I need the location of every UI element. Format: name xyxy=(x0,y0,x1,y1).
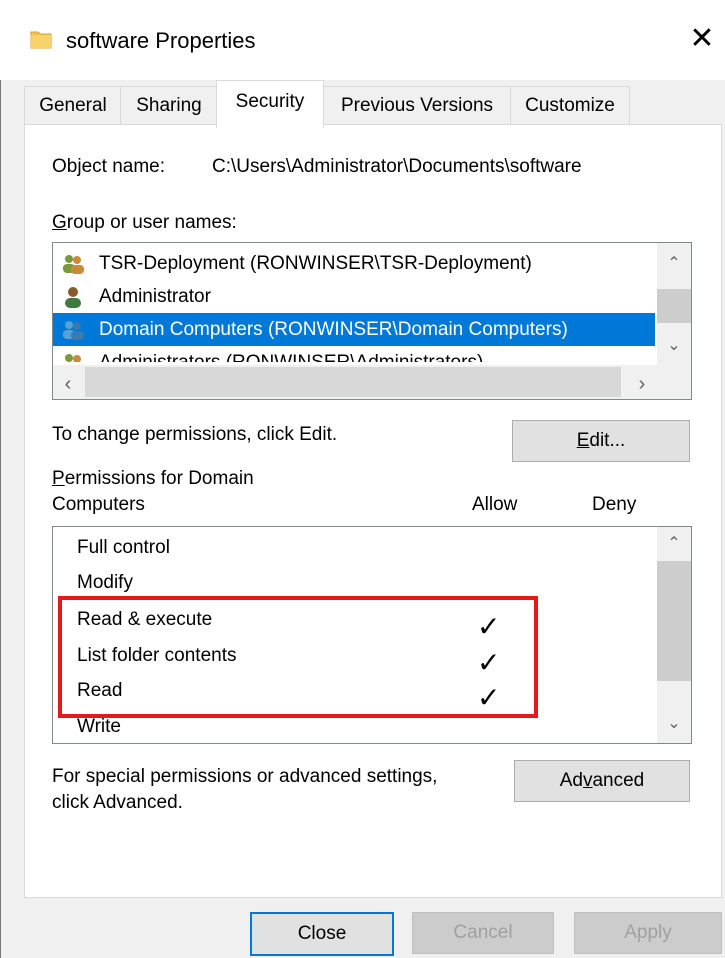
group-users-icon xyxy=(63,255,84,274)
advanced-button[interactable]: Advanced xyxy=(514,760,690,802)
user-icon xyxy=(65,287,81,308)
perm-label-rest: ermissions for Domain xyxy=(64,468,254,489)
list-item[interactable]: Administrators (RONWINSER\Administrators… xyxy=(53,346,655,362)
edit-accel: E xyxy=(576,430,590,451)
perm-label-accel: P xyxy=(52,468,65,489)
special-permissions-hint-line1: For special permissions or advanced sett… xyxy=(52,766,438,787)
edit-button[interactable]: Edit... xyxy=(512,420,690,462)
scroll-up-icon[interactable]: ⌃ xyxy=(657,533,691,553)
window-title: software Properties xyxy=(66,28,256,53)
list-item-label: Administrators (RONWINSER\Administrators… xyxy=(99,346,483,362)
permissions-label-line2: Computers xyxy=(52,494,145,515)
tab-previous-versions[interactable]: Previous Versions xyxy=(322,86,512,125)
tab-customize[interactable]: Customize xyxy=(510,86,630,125)
edit-suffix: dit... xyxy=(589,430,626,451)
advanced-suffix: anced xyxy=(592,770,645,791)
group-list-label: Group or user names: xyxy=(52,212,237,234)
close-window-button[interactable]: ✕ xyxy=(686,20,718,60)
list-item-label: Domain Computers (RONWINSER\Domain Compu… xyxy=(99,319,568,340)
allow-column-header: Allow xyxy=(472,494,518,515)
permissions-label-line1: Permissions for Domain xyxy=(52,468,254,490)
scroll-left-icon[interactable]: ‹ xyxy=(53,373,83,396)
tab-general[interactable]: General xyxy=(24,86,122,125)
permissions-scroll-thumb[interactable] xyxy=(657,561,691,681)
scroll-up-icon[interactable]: ⌃ xyxy=(657,253,691,273)
groups-hscroll-thumb[interactable] xyxy=(85,367,621,397)
group-label-rest: roup or user names: xyxy=(66,212,237,233)
list-item[interactable]: Administrator xyxy=(53,280,655,313)
list-item-label: TSR-Deployment (RONWINSER\TSR-Deployment… xyxy=(99,253,532,274)
scroll-right-icon[interactable]: › xyxy=(627,373,657,396)
change-permissions-hint: To change permissions, click Edit. xyxy=(52,424,338,445)
tab-sharing[interactable]: Sharing xyxy=(120,86,218,125)
special-permissions-hint-line2: click Advanced. xyxy=(52,792,183,813)
group-users-icon xyxy=(63,321,84,340)
folder-icon xyxy=(30,31,52,49)
permission-full-control: Full control xyxy=(77,537,170,558)
list-item-label: Administrator xyxy=(99,286,211,307)
group-user-list[interactable]: TSR-Deployment (RONWINSER\TSR-Deployment… xyxy=(52,242,692,400)
tab-security[interactable]: Security xyxy=(216,80,324,128)
list-item[interactable]: TSR-Deployment (RONWINSER\TSR-Deployment… xyxy=(53,247,655,280)
apply-button[interactable]: Apply xyxy=(574,912,722,954)
scroll-down-icon[interactable]: ⌄ xyxy=(657,335,691,355)
group-label-accel: G xyxy=(52,212,67,233)
object-name-label: Object name: xyxy=(52,156,165,177)
groups-scroll-thumb[interactable] xyxy=(657,289,691,323)
object-name-value: C:\Users\Administrator\Documents\softwar… xyxy=(212,156,582,177)
group-users-icon xyxy=(65,354,81,362)
cancel-button[interactable]: Cancel xyxy=(412,912,554,954)
list-item-selected[interactable]: Domain Computers (RONWINSER\Domain Compu… xyxy=(53,313,655,346)
deny-column-header: Deny xyxy=(592,494,637,515)
highlight-box xyxy=(58,596,538,718)
advanced-prefix: Ad xyxy=(559,770,583,791)
permission-modify: Modify xyxy=(77,572,133,593)
close-button[interactable]: Close xyxy=(250,912,394,956)
scroll-down-icon[interactable]: ⌄ xyxy=(657,713,691,733)
